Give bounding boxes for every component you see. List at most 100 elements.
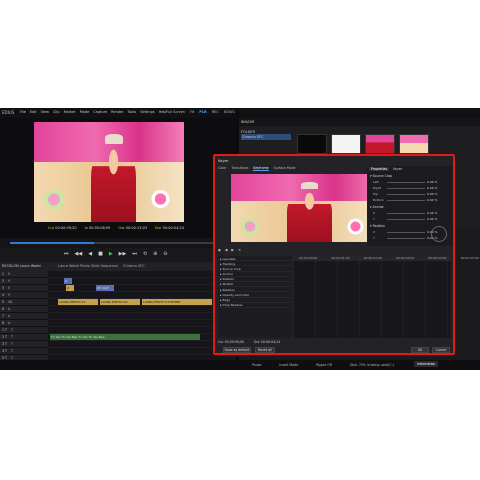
property-slider[interactable] [387, 200, 425, 201]
track-lane[interactable] [48, 320, 236, 327]
menu-clip[interactable]: Clip [53, 110, 60, 114]
bin-clip-thumbnail[interactable]: Laura Wedd [297, 134, 327, 160]
track-lane[interactable] [48, 348, 236, 355]
track-header[interactable]: 3V [0, 285, 48, 292]
player-preview-image [34, 122, 184, 222]
timeline-clip[interactable]: 2 [66, 285, 74, 291]
property-slider[interactable] [387, 219, 425, 220]
track-header[interactable]: 6A [0, 306, 48, 313]
property-slider[interactable] [387, 213, 425, 214]
transport-button-4[interactable]: ▶ [109, 251, 113, 257]
track-header[interactable]: 5 VA [0, 299, 48, 306]
keyframe-timeline[interactable]: 00:00:00;00 00:00:01;00 00:00:02;00 00:00:0… [293, 256, 479, 338]
property-slider[interactable] [387, 194, 425, 195]
dialog-tab-keyframe[interactable]: Keyframe [253, 166, 269, 171]
track-header[interactable]: 1V [0, 271, 48, 278]
keyer-dialog: Keyer Color Transitions Keyframe Surface Mo… [213, 154, 479, 355]
transport-button-7[interactable]: ⟲ [143, 251, 147, 257]
timeline-clip[interactable]: LAURA PHOTO 02 [100, 299, 140, 305]
property-value[interactable]: 0.00 % [427, 180, 437, 184]
menu-edit[interactable]: Edit [30, 110, 37, 114]
timeline-clip[interactable]: C5 CLIP [96, 285, 114, 291]
menu-file[interactable]: File [20, 110, 26, 114]
player-scrubber[interactable] [0, 238, 236, 248]
track-header[interactable]: 2 T T [0, 334, 48, 341]
menu-marker[interactable]: Marker [64, 110, 76, 114]
track-lane[interactable] [48, 327, 236, 334]
mode-full-screen[interactable]: Full Screen [166, 110, 185, 114]
property-slider[interactable] [387, 232, 425, 233]
properties-tab-keyer[interactable]: Keyer [393, 167, 402, 171]
add-keyframe-icon[interactable]: ◆ [218, 248, 221, 252]
sequence-tabs: Laura Wedd Photo Slide Sequence Chroma SF… [58, 264, 145, 268]
property-value[interactable]: 0.00 % [427, 198, 437, 202]
property-slider[interactable] [387, 182, 425, 183]
property-slider[interactable] [387, 188, 425, 189]
bin-clip-thumbnail[interactable]: SFC [365, 134, 395, 160]
bin-clip-thumbnail[interactable]: Laura 02 [399, 134, 429, 160]
transport-button-0[interactable]: ⏮ [64, 251, 69, 257]
timeline-clip[interactable]: Tx Yes Tri Yes Bee Tx Yes Tri Yes Bee [50, 334, 200, 340]
dialog-tab-surface-mode[interactable]: Surface Mode [274, 166, 296, 171]
menu-capture[interactable]: Capture [93, 110, 107, 114]
track-lane[interactable] [48, 292, 236, 299]
track-lane[interactable] [48, 313, 236, 320]
track-header[interactable]: 8A [0, 320, 48, 327]
prev-keyframe-icon[interactable]: ◀ [225, 248, 228, 252]
save-as-default-button[interactable]: Save as default [223, 347, 251, 353]
sequence-tab-0[interactable]: Laura Wedd Photo Slide Sequence [58, 264, 118, 268]
property-value[interactable]: 0.00 % [427, 211, 437, 215]
transport-button-3[interactable]: ■ [98, 251, 103, 257]
menu-mode[interactable]: Mode [80, 110, 90, 114]
properties-tab-properties[interactable]: Properties [369, 167, 390, 171]
timeline-clip[interactable]: LAURA PHOTO 03 ENTER [142, 299, 212, 305]
property-section[interactable]: ▾ Source Crop [367, 172, 453, 179]
transport-button-5[interactable]: ▶▶ [119, 251, 127, 257]
mode-rec[interactable]: REC [212, 110, 219, 114]
position-navigator-icon[interactable] [431, 226, 447, 242]
property-slider[interactable] [387, 238, 425, 239]
track-header[interactable]: 1 T T [0, 327, 48, 334]
track-header[interactable]: 2V [0, 278, 48, 285]
menu-render[interactable]: Render [111, 110, 123, 114]
property-section[interactable]: ▾ Anchor [367, 203, 453, 210]
transport-button-9[interactable]: ⊖ [163, 251, 167, 257]
track-header[interactable]: 4 T T [0, 348, 48, 355]
timeline-clip[interactable]: LAURA PHOTO 01 [58, 299, 98, 305]
mode-edius[interactable]: EDIUS [224, 110, 235, 114]
track-lane[interactable] [48, 341, 236, 348]
track-lane[interactable] [48, 278, 236, 285]
mode-fit[interactable]: Fit [190, 110, 194, 114]
track-lane[interactable] [48, 271, 236, 278]
dialog-tab-transitions[interactable]: Transitions [231, 166, 248, 171]
track-lane[interactable] [48, 285, 236, 292]
track-header[interactable]: 3 T T [0, 341, 48, 348]
menu-settings[interactable]: Settings [140, 110, 154, 114]
track-header[interactable]: 4V [0, 292, 48, 299]
next-keyframe-icon[interactable]: ▶ [231, 248, 234, 252]
bin-folder[interactable]: Chroma SFC [241, 134, 291, 140]
information-button[interactable]: Information [414, 361, 439, 367]
track-header[interactable]: 7A [0, 313, 48, 320]
keyframe-parameter[interactable]: ▸ Drop Shadow [218, 303, 292, 308]
transport-button-2[interactable]: ◀ [88, 251, 92, 257]
ok-button[interactable]: OK [411, 347, 429, 353]
reset-all-button[interactable]: Reset all [255, 347, 275, 353]
timeline-clip[interactable]: C [64, 278, 72, 284]
transport-button-6[interactable]: ⏭ [132, 251, 137, 257]
delete-keyframe-icon[interactable]: ✕ [238, 248, 241, 252]
menu-tools[interactable]: Tools [128, 110, 137, 114]
bin-clip-thumbnail[interactable]: Color Matte [331, 134, 361, 160]
mode-plr[interactable]: PLR [199, 110, 207, 114]
property-value[interactable]: 0.00 % [427, 186, 437, 190]
property-value[interactable]: 0.00 % [427, 217, 437, 221]
property-value[interactable]: 0.00 % [427, 192, 437, 196]
sequence-tab-1[interactable]: Chroma SFC [123, 264, 145, 268]
dialog-tab-color[interactable]: Color [218, 166, 226, 171]
transport-button-8[interactable]: ⊕ [153, 251, 157, 257]
track-lane[interactable] [48, 306, 236, 313]
track-lanes[interactable]: C 2 C5 CLIP LAURA PHOTO 01 LAURA PHOTO 02 LAU… [48, 271, 236, 370]
transport-button-1[interactable]: ◀◀ [75, 251, 83, 257]
cancel-button[interactable]: Cancel [432, 347, 450, 353]
menu-view[interactable]: View [41, 110, 49, 114]
